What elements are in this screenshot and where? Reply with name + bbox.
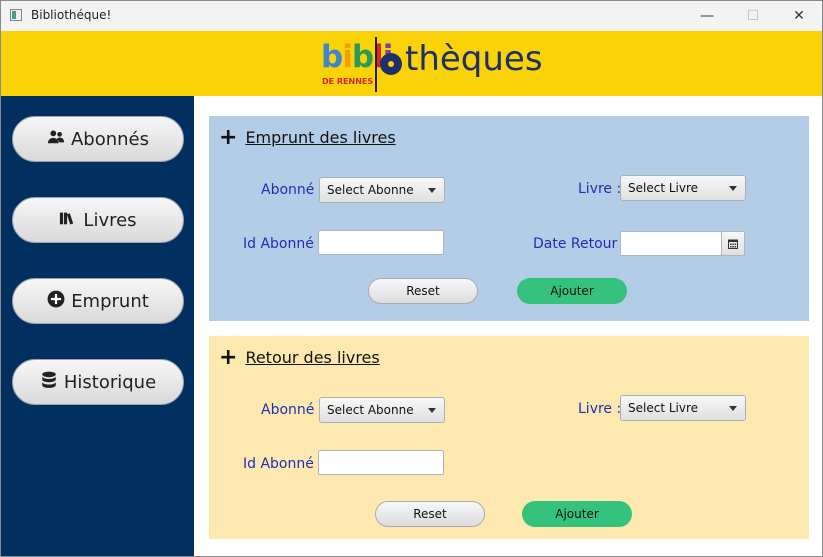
window-title: Bibliothéque! xyxy=(31,8,112,22)
abonne-select-value: Select Abonne xyxy=(327,183,414,197)
date-retour-input[interactable] xyxy=(620,231,722,256)
app-window: Bibliothéque! — ☐ ✕ bibli DE RENNES thèq… xyxy=(0,0,823,557)
retour-panel-title[interactable]: + Retour des livres xyxy=(219,344,380,370)
emprunt-panel-title[interactable]: + Emprunt des livres xyxy=(219,124,396,150)
livre-select-value: Select Livre xyxy=(628,181,699,195)
chevron-down-icon xyxy=(729,186,737,191)
emprunt-ajouter-button[interactable]: Ajouter xyxy=(517,278,627,304)
chevron-down-icon xyxy=(729,406,737,411)
emprunt-panel: + Emprunt des livres Abonné : Select Abo… xyxy=(209,116,809,321)
sidebar-item-historique[interactable]: Historique xyxy=(12,359,184,405)
logo-theques: thèques xyxy=(405,39,543,79)
livre-label: Livre : xyxy=(578,401,622,417)
sidebar-item-abonnes[interactable]: Abonnés xyxy=(12,116,184,162)
id-abonne-label: Id Abonné : xyxy=(243,456,324,472)
sidebar-item-label: Emprunt xyxy=(71,290,149,312)
abonne-label: Abonné : xyxy=(261,182,324,198)
logo-divider xyxy=(375,37,377,92)
sidebar-item-livres[interactable]: Livres xyxy=(12,197,184,243)
livre-select-value: Select Livre xyxy=(628,401,699,415)
logo-letter: b xyxy=(351,39,374,75)
calendar-button[interactable] xyxy=(721,231,745,256)
abonne-label: Abonné : xyxy=(261,402,324,418)
plus-icon: + xyxy=(219,344,238,370)
retour-ajouter-button[interactable]: Ajouter xyxy=(522,501,632,527)
emprunt-reset-button[interactable]: Reset xyxy=(368,278,478,304)
books-icon xyxy=(59,209,77,232)
abonne-select-value: Select Abonne xyxy=(327,403,414,417)
users-icon xyxy=(47,128,65,151)
main-content: + Emprunt des livres Abonné : Select Abo… xyxy=(194,96,822,556)
app-icon xyxy=(10,9,22,21)
bibliotheques-logo: bibli DE RENNES thèques xyxy=(321,37,551,92)
minimize-button[interactable]: — xyxy=(684,1,730,31)
id-abonne-input[interactable] xyxy=(318,450,444,475)
plus-icon: + xyxy=(219,124,238,150)
database-icon xyxy=(40,371,58,394)
panel-title-text: Retour des livres xyxy=(245,348,380,367)
abonne-select[interactable]: Select Abonne xyxy=(319,177,445,203)
header-banner: bibli DE RENNES thèques xyxy=(1,31,822,96)
chevron-down-icon xyxy=(428,408,436,413)
id-abonne-label: Id Abonné : xyxy=(243,236,324,252)
title-bar: Bibliothéque! — ☐ ✕ xyxy=(1,1,822,31)
retour-reset-button[interactable]: Reset xyxy=(375,501,485,527)
sidebar-item-label: Historique xyxy=(63,371,157,393)
retour-panel: + Retour des livres Abonné : Select Abon… xyxy=(209,336,809,539)
plus-circle-icon xyxy=(47,290,65,313)
calendar-icon xyxy=(728,234,738,253)
abonne-select[interactable]: Select Abonne xyxy=(319,397,445,423)
livre-select[interactable]: Select Livre xyxy=(620,175,746,201)
sidebar-item-label: Livres xyxy=(83,209,137,231)
livre-label: Livre : xyxy=(578,181,622,197)
maximize-button[interactable]: ☐ xyxy=(730,1,776,31)
livre-select[interactable]: Select Livre xyxy=(620,395,746,421)
chevron-down-icon xyxy=(428,188,436,193)
logo-o-circle xyxy=(380,53,402,75)
logo-subtitle: DE RENNES xyxy=(322,77,374,86)
panel-title-text: Emprunt des livres xyxy=(245,128,396,147)
close-button[interactable]: ✕ xyxy=(776,1,822,31)
logo-letter: b xyxy=(321,39,343,75)
sidebar-item-label: Abonnés xyxy=(70,128,150,150)
logo-letter: i xyxy=(342,39,353,75)
sidebar: Abonnés Livres Emprunt Historique xyxy=(1,96,194,556)
date-retour-label: Date Retour : xyxy=(533,236,627,252)
id-abonne-input[interactable] xyxy=(318,230,444,255)
sidebar-item-emprunt[interactable]: Emprunt xyxy=(12,278,184,324)
